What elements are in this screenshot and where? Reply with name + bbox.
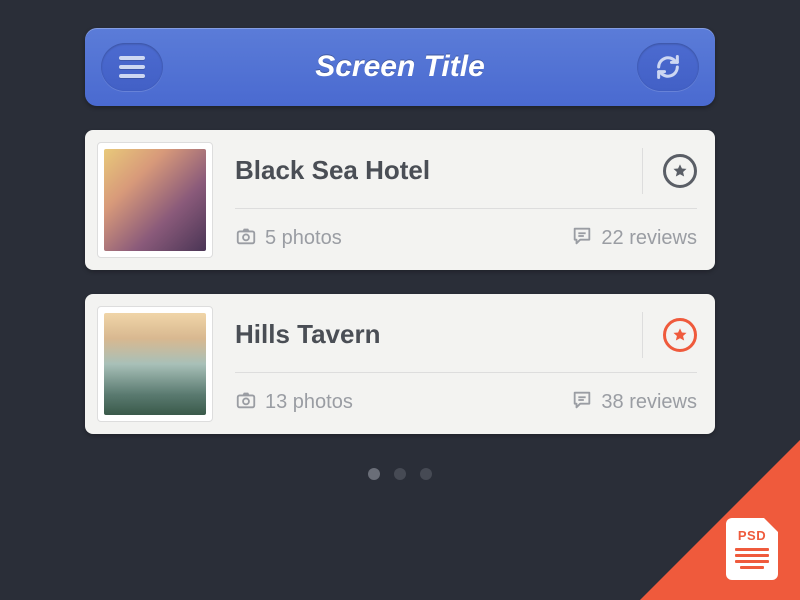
psd-label: PSD xyxy=(738,528,766,543)
app-header: Screen Title xyxy=(85,28,715,106)
card-body: Hills Tavern 13 photos xyxy=(213,306,697,422)
comment-icon xyxy=(571,389,593,417)
reviews-count: 22 reviews xyxy=(601,227,697,250)
menu-button[interactable] xyxy=(101,43,163,91)
reviews-meta: 22 reviews xyxy=(571,225,697,253)
page-dot[interactable] xyxy=(420,468,432,480)
favorite-button[interactable] xyxy=(642,312,697,358)
item-title: Black Sea Hotel xyxy=(235,155,430,186)
reviews-meta: 38 reviews xyxy=(571,389,697,417)
photos-meta: 13 photos xyxy=(235,389,353,417)
favorite-button[interactable] xyxy=(642,148,697,194)
photos-count: 5 photos xyxy=(265,227,342,250)
photos-meta: 5 photos xyxy=(235,225,342,253)
card-body: Black Sea Hotel 5 photos xyxy=(213,142,697,258)
screen-title: Screen Title xyxy=(315,50,485,84)
page-dot[interactable] xyxy=(368,468,380,480)
psd-badge: PSD xyxy=(726,518,778,580)
thumbnail xyxy=(97,306,213,422)
hamburger-icon xyxy=(119,56,145,78)
camera-icon xyxy=(235,389,257,417)
photos-count: 13 photos xyxy=(265,391,353,414)
star-icon xyxy=(663,154,697,188)
list-item[interactable]: Hills Tavern 13 photos xyxy=(85,294,715,434)
page-dot[interactable] xyxy=(394,468,406,480)
item-title: Hills Tavern xyxy=(235,319,380,350)
comment-icon xyxy=(571,225,593,253)
page-indicator xyxy=(85,468,715,480)
camera-icon xyxy=(235,225,257,253)
refresh-icon xyxy=(654,53,682,81)
reviews-count: 38 reviews xyxy=(601,391,697,414)
refresh-button[interactable] xyxy=(637,43,699,91)
star-icon xyxy=(663,318,697,352)
list-item[interactable]: Black Sea Hotel 5 photos xyxy=(85,130,715,270)
thumbnail xyxy=(97,142,213,258)
